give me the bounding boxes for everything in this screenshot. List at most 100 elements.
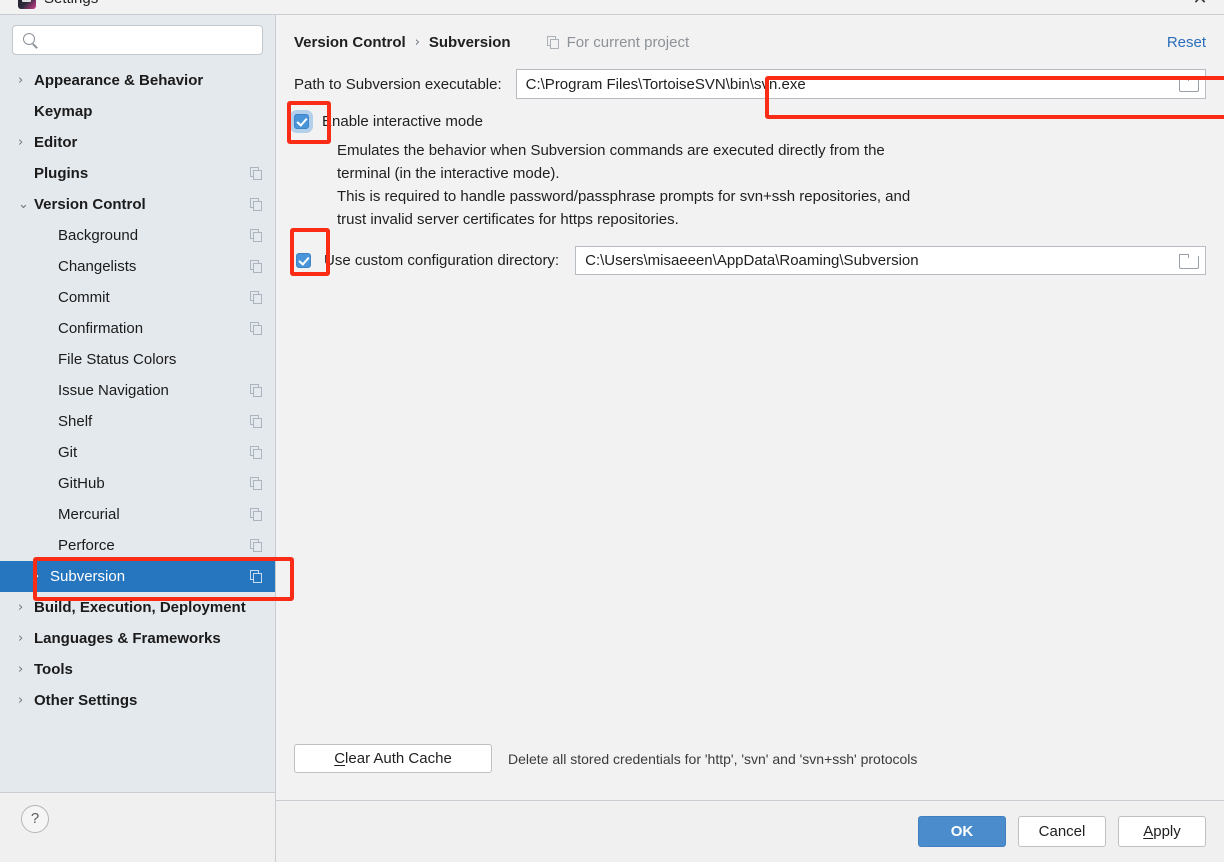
auth-cache-row: Clear Auth Cache Delete all stored crede…	[294, 744, 917, 773]
chevron-right-icon[interactable]: ›	[18, 136, 34, 149]
sidebar-item-background[interactable]: ›Background	[0, 220, 275, 251]
sidebar-item-label: Git	[58, 444, 78, 461]
breadcrumb-separator-icon: ›	[414, 34, 420, 50]
sidebar-item-version-control[interactable]: ⌄ Version Control	[0, 189, 275, 220]
custom-config-directory-input[interactable]: C:\Users\misaeeen\AppData\Roaming\Subver…	[575, 245, 1206, 275]
search-box[interactable]	[12, 25, 263, 55]
sidebar-item-editor[interactable]: › Editor	[0, 127, 275, 158]
description-line-1: Emulates the behavior when Subversion co…	[337, 142, 885, 159]
sidebar-item-label: Mercurial	[58, 506, 120, 523]
scope-indicator: For current project	[546, 33, 690, 51]
chevron-right-icon[interactable]: ›	[18, 74, 34, 87]
settings-sidebar: ›Appearance & Behavior›Keymap›Editor›Plu…	[0, 15, 276, 862]
search-input[interactable]	[43, 27, 252, 53]
sidebar-item-tools[interactable]: › Tools	[0, 654, 275, 685]
sidebar-item-build-execution-deployment[interactable]: › Build, Execution, Deployment	[0, 592, 275, 623]
chevron-right-icon[interactable]: ›	[18, 632, 34, 645]
chevron-right-icon[interactable]: ›	[34, 570, 50, 583]
search-icon	[23, 33, 35, 45]
ok-button[interactable]: OK	[918, 816, 1006, 847]
sidebar-item-label: Version Control	[34, 196, 146, 213]
sidebar-item-other-settings[interactable]: › Other Settings	[0, 685, 275, 716]
clear-auth-cache-button[interactable]: Clear Auth Cache	[294, 744, 492, 773]
sidebar-item-github[interactable]: ›GitHub	[0, 468, 275, 499]
sidebar-item-label: Plugins	[34, 165, 89, 182]
close-icon[interactable]: ✕	[1190, 0, 1210, 8]
interactive-mode-description: Emulates the behavior when Subversion co…	[337, 139, 997, 231]
title-bar: Settings ✕	[0, 0, 1224, 14]
module-icon	[250, 260, 263, 273]
settings-tree: ›Appearance & Behavior›Keymap›Editor›Plu…	[0, 63, 275, 792]
settings-window: Settings ✕ ›Appearance & Behavior›Keymap…	[0, 0, 1224, 862]
apply-mnemonic: A	[1143, 823, 1154, 840]
sidebar-item-mercurial[interactable]: ›Mercurial	[0, 499, 275, 530]
sidebar-item-changelists[interactable]: ›Changelists	[0, 251, 275, 282]
sidebar-item-plugins[interactable]: ›Plugins	[0, 158, 275, 189]
sidebar-item-languages-frameworks[interactable]: › Languages & Frameworks	[0, 623, 275, 654]
sidebar-item-label: Editor	[34, 134, 78, 151]
sidebar-item-label: GitHub	[58, 475, 105, 492]
apply-label: pply	[1153, 823, 1181, 840]
sidebar-item-keymap[interactable]: ›Keymap	[0, 96, 275, 127]
sidebar-item-label: Confirmation	[58, 320, 144, 337]
use-custom-configuration-directory-checkbox[interactable]	[296, 252, 311, 268]
module-icon	[250, 322, 263, 335]
clear-auth-cache-mnemonic: C	[334, 750, 346, 767]
sidebar-item-label: Issue Navigation	[58, 382, 169, 399]
cancel-button[interactable]: Cancel	[1018, 816, 1106, 847]
settings-body: ›Appearance & Behavior›Keymap›Editor›Plu…	[0, 14, 1224, 862]
chevron-right-icon[interactable]: ›	[18, 601, 34, 614]
sidebar-item-label: Background	[58, 227, 139, 244]
breadcrumb-parent[interactable]: Version Control	[294, 34, 406, 51]
search-container	[0, 15, 275, 63]
help-button[interactable]: ?	[21, 805, 49, 833]
sidebar-item-subversion[interactable]: › Subversion	[0, 561, 275, 592]
sidebar-item-commit[interactable]: ›Commit	[0, 282, 275, 313]
sidebar-item-appearance-behavior[interactable]: › Appearance & Behavior	[0, 65, 275, 96]
sidebar-item-perforce[interactable]: ›Perforce	[0, 530, 275, 561]
module-icon	[250, 229, 263, 242]
chevron-right-icon[interactable]: ›	[18, 663, 34, 676]
dialog-footer: OK Cancel Apply	[276, 800, 1224, 862]
sidebar-item-label: Keymap	[34, 103, 93, 120]
enable-interactive-mode-checkbox[interactable]	[294, 113, 309, 129]
module-icon	[250, 167, 263, 180]
apply-button[interactable]: Apply	[1118, 816, 1206, 847]
custom-config-row: Use custom configuration directory: C:\U…	[294, 245, 1206, 275]
sidebar-item-file-status-colors[interactable]: ›File Status Colors	[0, 344, 275, 375]
description-line-4: trust invalid server certificates for ht…	[337, 211, 679, 228]
sidebar-item-label: Languages & Frameworks	[34, 630, 221, 647]
sidebar-item-confirmation[interactable]: ›Confirmation	[0, 313, 275, 344]
sidebar-item-label: Other Settings	[34, 692, 138, 709]
folder-icon[interactable]	[1179, 76, 1199, 92]
sidebar-item-label: Shelf	[58, 413, 93, 430]
sidebar-item-label: File Status Colors	[58, 351, 177, 368]
sidebar-item-git[interactable]: ›Git	[0, 437, 275, 468]
folder-icon[interactable]	[1179, 253, 1199, 269]
custom-config-directory-value: C:\Users\misaeeen\AppData\Roaming\Subver…	[585, 251, 919, 269]
path-row: Path to Subversion executable: C:\Progra…	[294, 69, 1206, 99]
module-icon	[546, 35, 560, 49]
scope-label: For current project	[566, 33, 690, 51]
interactive-mode-row: Enable interactive mode	[294, 110, 1206, 132]
sidebar-item-label: Subversion	[50, 568, 126, 585]
use-custom-configuration-directory-label: Use custom configuration directory:	[324, 251, 560, 269]
sidebar-item-label: Commit	[58, 289, 110, 306]
sidebar-item-label: Tools	[34, 661, 73, 678]
enable-interactive-mode-label: Enable interactive mode	[322, 112, 483, 130]
intellij-logo-icon	[18, 0, 36, 9]
sidebar-item-shelf[interactable]: ›Shelf	[0, 406, 275, 437]
module-icon	[250, 415, 263, 428]
module-icon	[250, 291, 263, 304]
breadcrumb-current: Subversion	[428, 33, 511, 51]
chevron-down-icon[interactable]: ⌄	[18, 198, 34, 211]
content-inner: Version Control › Subversion For current…	[276, 15, 1224, 800]
sidebar-item-label: Changelists	[58, 258, 137, 275]
sidebar-item-issue-navigation[interactable]: ›Issue Navigation	[0, 375, 275, 406]
chevron-right-icon[interactable]: ›	[18, 694, 34, 707]
reset-link[interactable]: Reset	[1167, 34, 1206, 51]
svn-executable-path-input[interactable]: C:\Program Files\TortoiseSVN\bin\svn.exe	[515, 69, 1206, 99]
module-icon	[250, 446, 263, 459]
module-icon	[250, 570, 263, 583]
sidebar-item-label: Perforce	[58, 537, 115, 554]
